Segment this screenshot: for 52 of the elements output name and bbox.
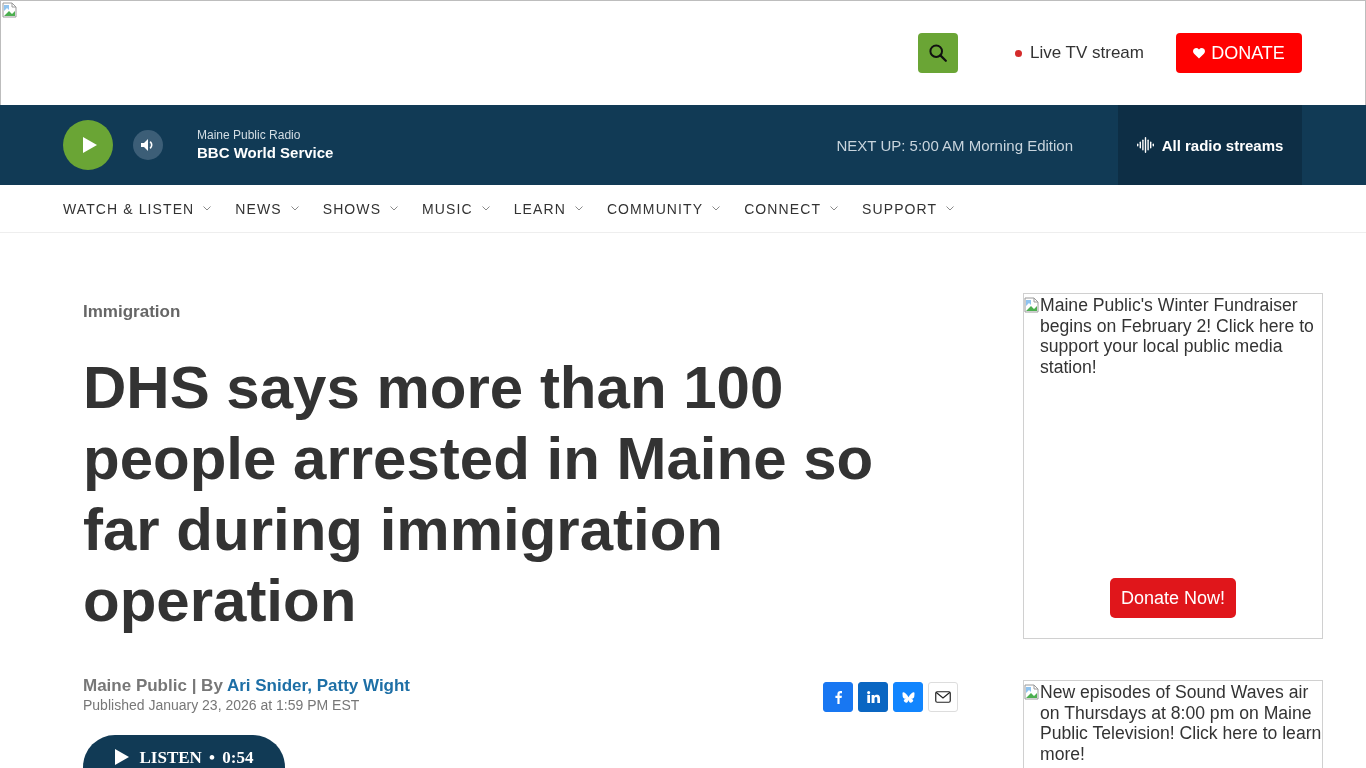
- facebook-button[interactable]: [823, 682, 853, 712]
- bluesky-button[interactable]: [893, 682, 923, 712]
- nav-menu-item[interactable]: MUSIC: [422, 200, 490, 217]
- listen-button[interactable]: LISTEN • 0:54: [83, 735, 285, 768]
- butterfly-icon: [901, 691, 915, 703]
- search-button[interactable]: [918, 33, 958, 73]
- volume-button[interactable]: [133, 130, 163, 160]
- speaker-icon: [141, 139, 155, 151]
- envelope-icon: [935, 691, 951, 703]
- nav-menu-item[interactable]: COMMUNITY: [606, 200, 721, 217]
- donate-button[interactable]: DONATE: [1176, 33, 1302, 73]
- ad-image-alt-text: Maine Public's Winter Fundraiser begins on February 2! Click here to support your local public media station!: [1040, 295, 1315, 377]
- play-icon: [114, 749, 129, 765]
- nav-menu-item[interactable]: NEWS: [235, 200, 299, 217]
- publish-date: Published January 23, 2026 at 1:59 PM EST: [83, 696, 360, 714]
- station-name: Maine Public Radio: [197, 128, 302, 142]
- category-link[interactable]: Immigration: [83, 302, 181, 322]
- next-up-text: NEXT UP: 5:00 AM Morning Edition: [836, 136, 1073, 154]
- chevron-down-icon: [946, 206, 955, 211]
- ad-banner[interactable]: Maine Public's Winter Fundraiser begins on February 2! Click here to support your local public media station! Donate Now!: [1023, 293, 1323, 639]
- chevron-down-icon: [481, 206, 490, 211]
- heart-icon: [1193, 47, 1206, 59]
- chevron-down-icon: [390, 206, 399, 211]
- chevron-down-icon: [203, 206, 212, 211]
- linkedin-icon: [866, 691, 880, 703]
- play-icon: [83, 137, 97, 153]
- donate-now-button[interactable]: Donate Now!: [1110, 578, 1236, 618]
- nav-menu-item[interactable]: CONNECT: [744, 200, 839, 217]
- live-tv-stream-link[interactable]: Live TV stream: [1015, 43, 1144, 63]
- nav-menu-item[interactable]: WATCH & LISTEN: [63, 200, 212, 217]
- byline: Maine Public | By Ari Snider, Patty Wight: [83, 676, 411, 696]
- sound-wave-icon: [1136, 137, 1155, 153]
- email-button[interactable]: [928, 682, 958, 712]
- chevron-down-icon: [290, 206, 299, 211]
- live-dot-icon: [1015, 49, 1022, 57]
- chevron-down-icon: [574, 206, 583, 211]
- all-radio-streams-link[interactable]: All radio streams: [1118, 105, 1302, 185]
- broken-image-icon: [2, 2, 18, 18]
- chevron-down-icon: [830, 206, 839, 211]
- linkedin-button[interactable]: [858, 682, 888, 712]
- nav-menu-item[interactable]: SUPPORT: [862, 200, 955, 217]
- search-icon: [929, 44, 947, 62]
- chevron-down-icon: [712, 206, 721, 211]
- article-headline: DHS says more than 100 people arrested in Maine so far during immigration operation: [83, 353, 875, 636]
- play-button[interactable]: [63, 120, 113, 170]
- nav-menu-item[interactable]: LEARN: [513, 200, 583, 217]
- broken-image-icon: [1024, 297, 1040, 313]
- facebook-icon: [834, 690, 842, 704]
- author-link[interactable]: Ari Snider, Patty Wight: [226, 676, 411, 695]
- nav-menu-item[interactable]: SHOWS: [322, 200, 399, 217]
- program-title: BBC World Service: [197, 144, 334, 162]
- broken-image-icon: [1024, 684, 1040, 700]
